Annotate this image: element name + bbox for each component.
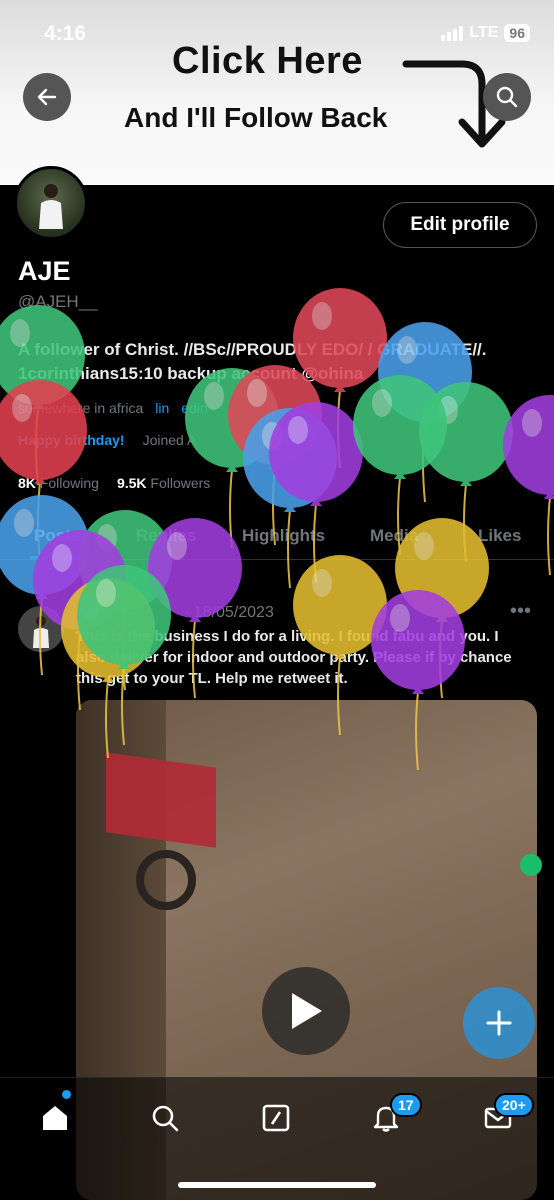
location-text: somewhere in africa xyxy=(18,400,144,416)
person-photo xyxy=(39,184,63,229)
back-button[interactable] xyxy=(23,73,71,121)
profile-link[interactable]: lin xyxy=(155,400,169,416)
tab-media[interactable]: Media xyxy=(370,526,418,546)
edit-profile-button[interactable]: Edit profile xyxy=(383,202,537,248)
banner-subtitle: And I'll Follow Back xyxy=(124,102,388,133)
tab-replies[interactable]: Replies xyxy=(136,526,196,546)
active-tab-indicator xyxy=(30,556,84,560)
nav-grok[interactable] xyxy=(256,1098,296,1138)
following-link[interactable]: 8K Following xyxy=(18,475,99,491)
followers-label: Followers xyxy=(150,475,211,491)
balloon xyxy=(0,305,85,486)
tweet-date: · 18/05/2023 xyxy=(184,604,274,621)
status-bar: 4:16 LTE 96 xyxy=(0,18,554,52)
balloon xyxy=(243,408,337,589)
nav-home[interactable] xyxy=(35,1098,75,1138)
grok-icon xyxy=(262,1104,290,1132)
notifications-badge: 17 xyxy=(390,1093,422,1117)
tab-highlights[interactable]: Highlights xyxy=(242,526,325,546)
tweet-avatar[interactable] xyxy=(18,606,64,652)
network-label: LTE xyxy=(469,24,499,41)
profile-bio: A follower of Christ. //BSc//PROUDLY EDO… xyxy=(18,340,487,383)
compose-button[interactable] xyxy=(463,987,535,1059)
profile-tabs: Posts Replies Highlights Media Likes xyxy=(0,510,554,560)
messages-badge: 20+ xyxy=(494,1093,534,1117)
followers-count: 9.5K xyxy=(116,475,147,491)
home-new-dot xyxy=(62,1090,71,1099)
tweet-text: This is the business I do for a living. … xyxy=(76,628,512,687)
plus-icon xyxy=(486,1010,512,1036)
play-button[interactable] xyxy=(262,967,350,1055)
green-indicator xyxy=(520,854,542,876)
profile-name: AJE xyxy=(18,256,71,286)
profile-avatar[interactable] xyxy=(14,166,88,240)
battery-level: 96 xyxy=(504,24,530,42)
home-icon xyxy=(43,1106,67,1130)
explore-icon xyxy=(152,1105,179,1132)
signal-icon xyxy=(441,25,464,41)
back-arrow-icon xyxy=(37,88,57,106)
video-frame-tire xyxy=(136,850,196,910)
tab-likes[interactable]: Likes xyxy=(478,526,521,546)
profile-extra-link[interactable]: edin xyxy=(181,400,207,416)
following-label: Following xyxy=(39,475,99,491)
profile-meta-row-2: Happy birthday! Joined A xyxy=(18,432,196,448)
joined-text: Joined A xyxy=(142,432,197,448)
birthday-text: Happy birthday! xyxy=(18,432,125,448)
search-icon xyxy=(496,86,518,108)
tab-posts[interactable]: Posts xyxy=(34,526,80,546)
search-button[interactable] xyxy=(483,73,531,121)
follow-counts: 8K Following 9.5K Followers xyxy=(18,475,210,491)
more-options-icon[interactable]: ••• xyxy=(510,600,531,623)
video-frame-crate xyxy=(106,752,216,848)
person-photo xyxy=(33,616,49,648)
followers-link[interactable]: 9.5K Followers xyxy=(117,475,210,491)
following-count: 8K xyxy=(18,475,36,491)
profile-handle: @AJEH__ xyxy=(18,292,98,311)
status-time: 4:16 xyxy=(44,22,87,45)
play-icon xyxy=(292,993,322,1029)
profile-meta-row: somewhere in africa lin edin xyxy=(18,400,208,416)
tweet-author[interactable]: AJE xyxy=(76,604,107,622)
nav-explore[interactable] xyxy=(145,1098,185,1138)
home-indicator xyxy=(178,1182,376,1188)
